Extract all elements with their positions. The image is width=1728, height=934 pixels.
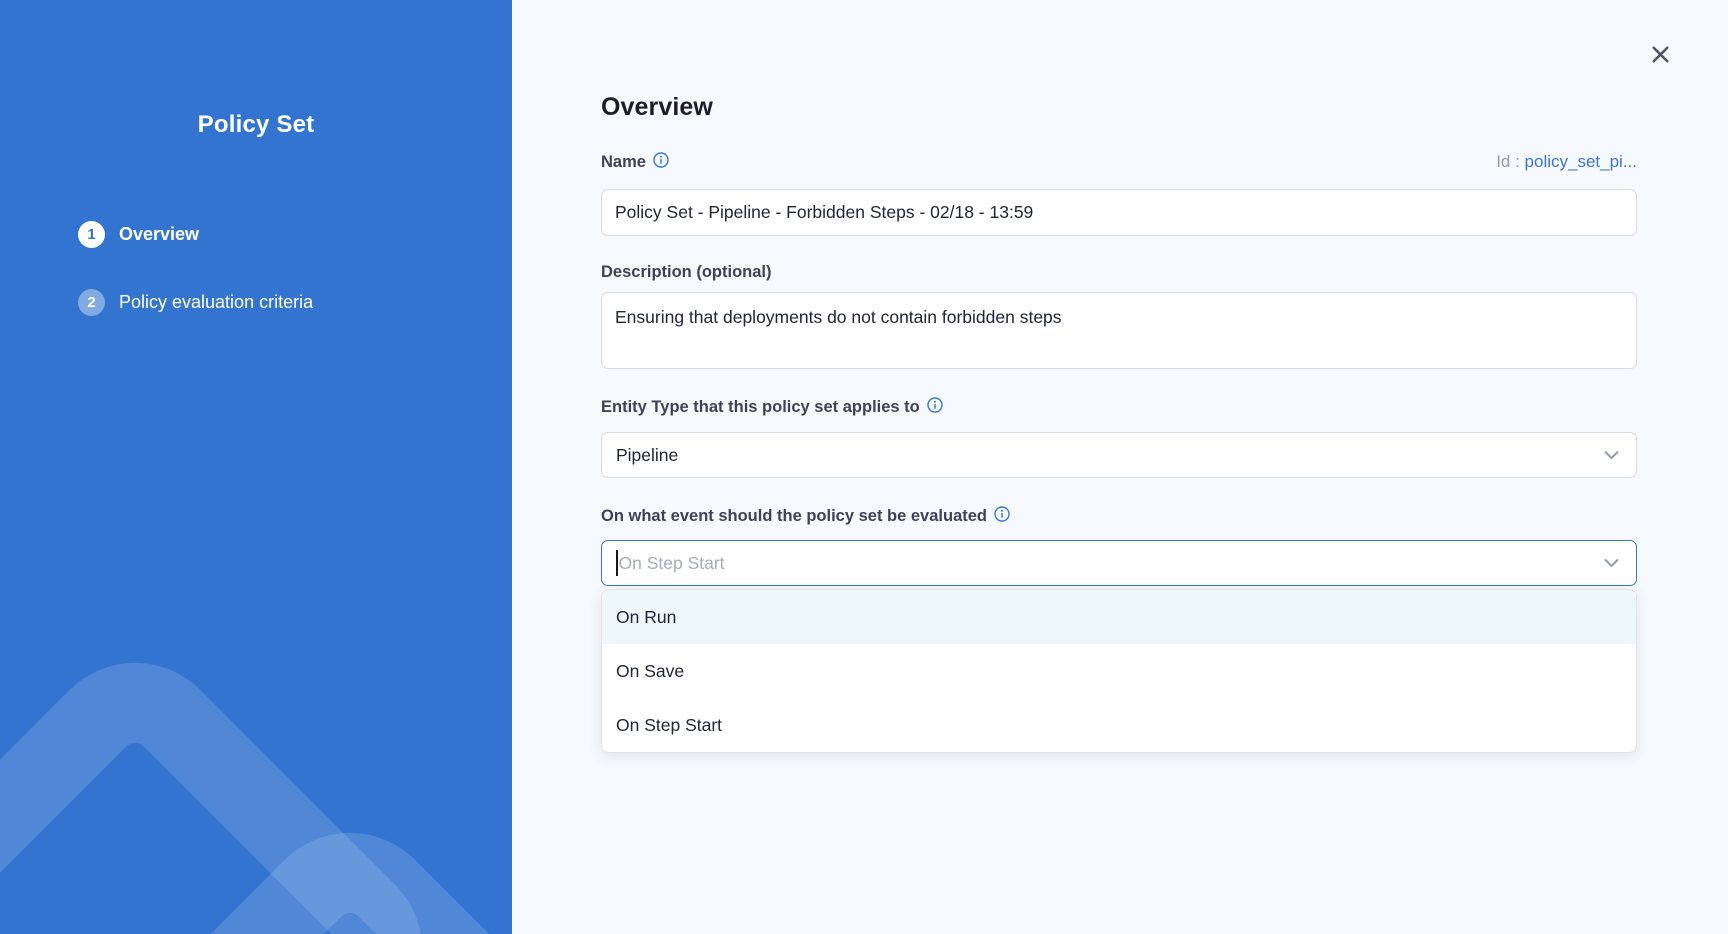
entity-type-value: Pipeline [616, 445, 678, 466]
info-icon[interactable] [653, 152, 669, 168]
event-options-menu: On Run On Save On Step Start [601, 589, 1637, 753]
step-label: Policy evaluation criteria [119, 292, 313, 313]
description-label: Description (optional) [601, 263, 772, 282]
menu-item-on-step-start[interactable]: On Step Start [602, 698, 1636, 752]
name-input[interactable] [601, 189, 1637, 236]
info-icon[interactable] [994, 506, 1010, 522]
event-placeholder: On Step Start [619, 553, 725, 574]
step-number-badge: 1 [78, 221, 105, 248]
close-icon [1649, 43, 1672, 66]
menu-item-on-save[interactable]: On Save [602, 644, 1636, 698]
event-select[interactable]: On Step Start [601, 540, 1637, 586]
info-icon[interactable] [927, 397, 943, 413]
chevron-down-icon [1604, 451, 1619, 460]
entity-type-label: Entity Type that this policy set applies… [601, 398, 943, 417]
text-cursor [616, 550, 618, 576]
sidebar-title: Policy Set [0, 111, 512, 139]
entity-id-link[interactable]: policy_set_pi... [1525, 152, 1637, 171]
wizard-steps: 1 Overview 2 Policy evaluation criteria [78, 221, 313, 357]
description-textarea[interactable] [601, 292, 1637, 369]
step-number-badge: 2 [78, 289, 105, 316]
step-policy-evaluation-criteria[interactable]: 2 Policy evaluation criteria [78, 289, 313, 316]
menu-item-on-run[interactable]: On Run [602, 590, 1636, 644]
overview-panel: Overview Name Id : policy_set_pi... Desc… [512, 0, 1728, 934]
step-label: Overview [119, 224, 199, 245]
name-label-row: Name Id : policy_set_pi... [601, 152, 1637, 172]
chevron-down-icon [1604, 559, 1619, 568]
id-prefix: Id : [1496, 152, 1520, 171]
wizard-sidebar: Policy Set 1 Overview 2 Policy evaluatio… [0, 0, 512, 934]
entity-type-select[interactable]: Pipeline [601, 432, 1637, 478]
entity-id: Id : policy_set_pi... [1496, 152, 1637, 172]
policy-set-modal: Policy Set 1 Overview 2 Policy evaluatio… [0, 0, 1728, 934]
page-title: Overview [601, 93, 713, 122]
name-label: Name [601, 153, 669, 172]
close-button[interactable] [1646, 40, 1674, 68]
event-label: On what event should the policy set be e… [601, 507, 1010, 526]
step-overview[interactable]: 1 Overview [78, 221, 313, 248]
